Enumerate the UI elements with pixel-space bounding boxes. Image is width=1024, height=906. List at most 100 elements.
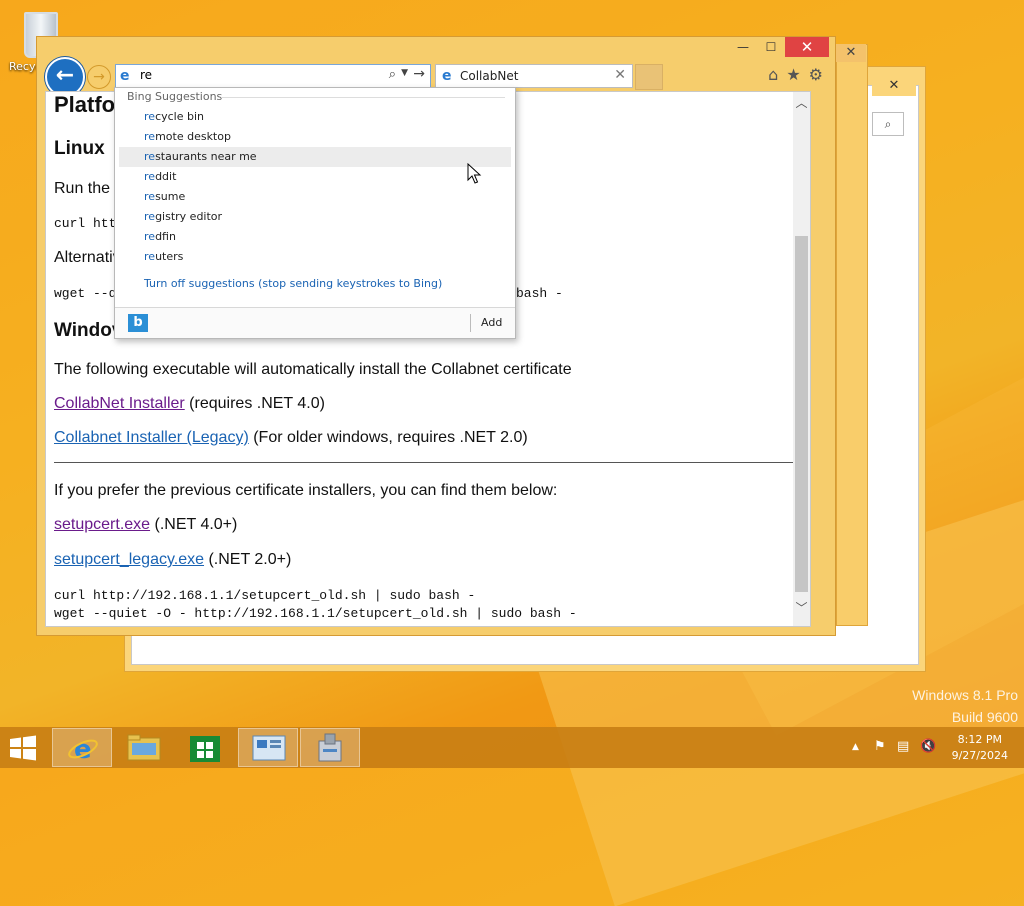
suggestion-item[interactable]: reuters (119, 247, 511, 267)
setupcert-note: (.NET 4.0+) (150, 516, 238, 533)
wget-command: wget --quiet -O - http://192.168.1.1/set… (54, 606, 577, 621)
run-text: Run the f (54, 180, 119, 197)
suggestion-rest-text: dfin (155, 230, 176, 243)
installer-icon (318, 733, 342, 762)
scroll-thumb[interactable] (795, 236, 808, 592)
scroll-down-icon[interactable]: ﹀ (795, 599, 808, 616)
vertical-scrollbar[interactable]: ︿ ﹀ (793, 92, 810, 626)
address-input[interactable] (140, 67, 370, 83)
suggestion-item[interactable]: registry editor (119, 207, 511, 227)
clock-time: 8:12 PM (957, 733, 1002, 746)
suggestion-item[interactable]: redfin (119, 227, 511, 247)
background-window-close-button[interactable]: ✕ (836, 44, 866, 62)
favorites-star-icon[interactable]: ★ (786, 65, 800, 84)
wget-command-partial: wget --q (54, 286, 117, 301)
svg-text:e: e (74, 735, 92, 765)
suggestion-rest-text: gistry editor (155, 210, 223, 223)
turn-off-suggestions-link[interactable]: Turn off suggestions (stop sending keyst… (144, 277, 442, 290)
collabnet-installer-link[interactable]: CollabNet Installer (54, 395, 185, 412)
internet-explorer-icon: e (68, 735, 98, 765)
bing-icon[interactable]: b (128, 314, 148, 332)
setupcert-link[interactable]: setupcert.exe (54, 516, 150, 533)
clock[interactable]: 8:12 PM 9/27/2024 (952, 732, 1008, 764)
maximize-button[interactable]: ☐ (757, 37, 785, 57)
suggestion-match-text: re (144, 250, 156, 263)
suggestion-match-text: re (144, 190, 156, 203)
suggestions-header: Bing Suggestions (127, 90, 223, 103)
forward-button[interactable]: → (87, 65, 111, 89)
show-hidden-icons-icon[interactable]: ▲ (852, 742, 859, 752)
address-bar[interactable]: e ⌕ ▼ → (115, 64, 431, 88)
store-icon (190, 736, 220, 762)
action-center-flag-icon[interactable]: ⚑ (874, 739, 886, 754)
scroll-up-icon[interactable]: ︿ (795, 94, 808, 111)
setupcert-row: setupcert.exe (.NET 4.0+) (54, 516, 237, 534)
taskbar-store[interactable] (176, 728, 236, 767)
tab-title: CollabNet (460, 69, 519, 83)
search-icon[interactable]: ⌕ (389, 67, 396, 82)
suggestion-item[interactable]: restaurants near me (119, 147, 511, 167)
taskbar-installer[interactable] (300, 728, 360, 767)
taskbar-file-explorer[interactable] (114, 728, 174, 767)
home-icon[interactable]: ⌂ (768, 65, 778, 84)
windows-watermark: Windows 8.1 Pro Build 9600 (912, 684, 1018, 728)
taskbar-internet-explorer[interactable]: e (52, 728, 112, 767)
legacy-installer-note: (For older windows, requires .NET 2.0) (248, 429, 528, 446)
watermark-edition: Windows 8.1 Pro (912, 687, 1018, 703)
footer-separator (470, 314, 471, 332)
suggestion-rest-text: cycle bin (155, 110, 204, 123)
suggestion-item[interactable]: resume (119, 187, 511, 207)
wget-command-tail: bash - (516, 286, 563, 301)
suggestion-match-text: re (144, 210, 156, 223)
windows-logo-icon (10, 735, 36, 761)
ie-page-icon: e (120, 68, 130, 84)
settings-gear-icon[interactable]: ⚙ (809, 65, 823, 84)
background-search-button[interactable]: ⌕ (872, 112, 904, 136)
suggestion-item[interactable]: reddit (119, 167, 511, 187)
suggestion-rest-text: mote desktop (155, 130, 231, 143)
curl-command-partial: curl htt (54, 216, 117, 231)
linux-heading: Linux (54, 138, 105, 159)
legacy-installer-link[interactable]: Collabnet Installer (Legacy) (54, 429, 249, 446)
background-window-edge[interactable] (836, 44, 868, 626)
volume-muted-icon[interactable]: 🔇 (920, 739, 936, 754)
suggestion-rest-text: ddit (155, 170, 177, 183)
taskbar: e ▲ ⚑ ▤ 🔇 8:12 PM 9/27/2024 (0, 727, 1024, 768)
network-icon[interactable]: ▤ (897, 739, 909, 754)
clock-date: 9/27/2024 (951, 749, 1008, 762)
minimize-button[interactable]: — (729, 37, 757, 57)
previous-installers-text: If you prefer the previous certificate i… (54, 482, 558, 499)
bing-suggestions-dropdown: Bing Suggestions recycle bin remote deskt… (114, 87, 516, 339)
suggestion-item[interactable]: recycle bin (119, 107, 511, 127)
add-search-provider-button[interactable]: Add (481, 316, 502, 329)
new-tab-button[interactable] (635, 64, 663, 90)
page-title: Platfo (54, 92, 116, 117)
suggestion-item[interactable]: remote desktop (119, 127, 511, 147)
close-button[interactable]: ✕ (785, 37, 829, 57)
installer-row: CollabNet Installer (requires .NET 4.0) (54, 395, 325, 413)
suggestion-match-text: re (144, 130, 156, 143)
ie-tab-icon: e (442, 68, 452, 84)
suggestion-match-text: re (144, 150, 156, 163)
setupcert-legacy-link[interactable]: setupcert_legacy.exe (54, 551, 204, 568)
curl-command: curl http://192.168.1.1/setupcert_old.sh… (54, 588, 476, 603)
tab-close-icon[interactable]: ✕ (614, 67, 626, 83)
control-panel-icon (252, 735, 286, 761)
chevron-down-icon[interactable]: ▼ (401, 68, 408, 78)
taskbar-control-panel[interactable] (238, 728, 298, 767)
setupcert-legacy-note: (.NET 2.0+) (204, 551, 292, 568)
suggestion-match-text: re (144, 170, 156, 183)
go-arrow-icon[interactable]: → (413, 66, 425, 82)
back-icon: ← (55, 63, 75, 88)
background-window-close-button[interactable]: ✕ (872, 76, 916, 96)
header-divider (221, 97, 505, 98)
tab-collabnet[interactable]: e CollabNet ✕ (435, 64, 633, 88)
alternative-text: Alternativ (54, 249, 121, 266)
start-button[interactable] (8, 735, 38, 761)
suggestion-rest-text: sume (155, 190, 186, 203)
suggestions-footer: b Add (115, 307, 515, 338)
legacy-installer-row: Collabnet Installer (Legacy) (For older … (54, 429, 528, 447)
suggestion-match-text: re (144, 110, 156, 123)
suggestion-rest-text: uters (155, 250, 184, 263)
caption-buttons: — ☐ ✕ (729, 37, 829, 59)
